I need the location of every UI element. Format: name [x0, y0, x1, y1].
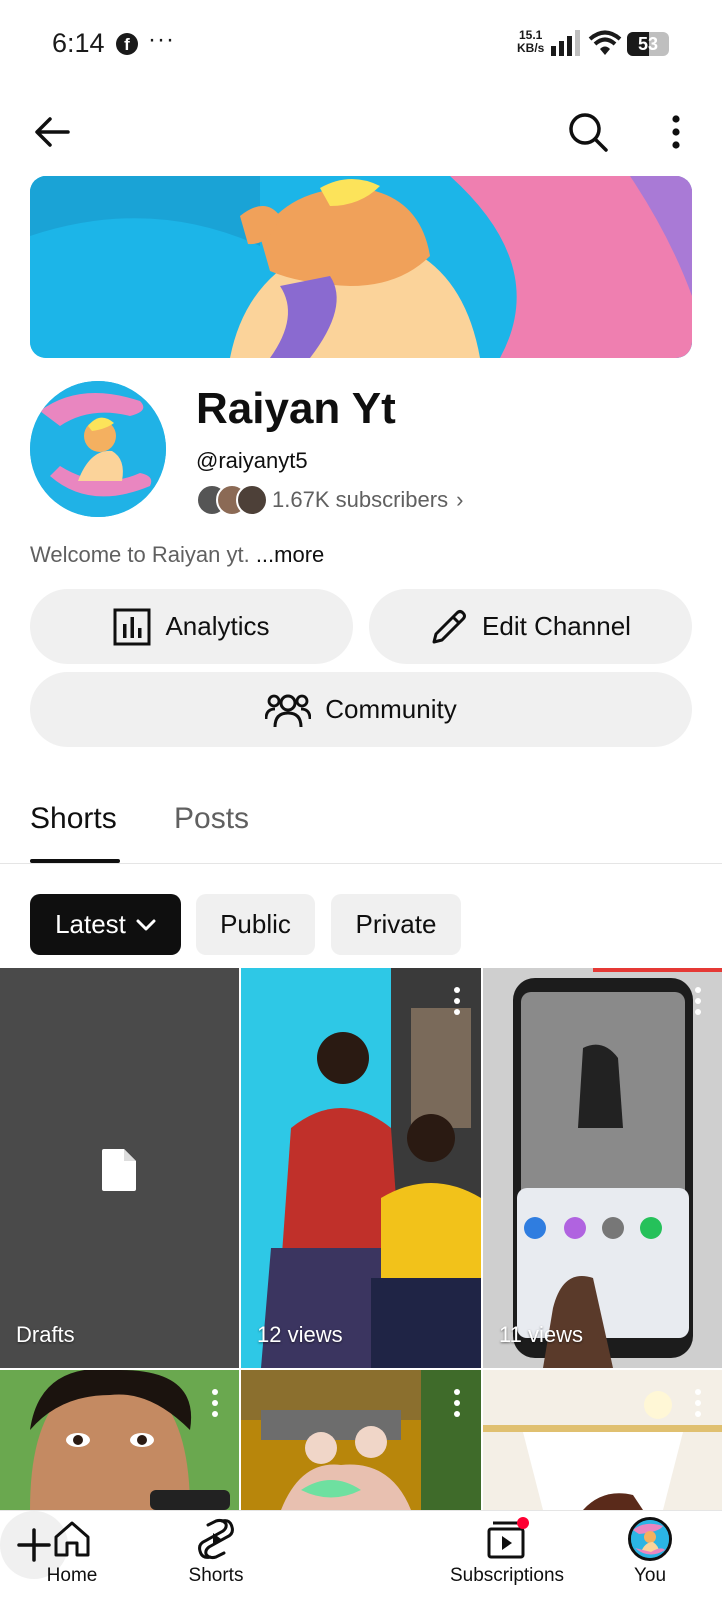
you-avatar	[628, 1517, 672, 1561]
tab-shorts[interactable]: Shorts	[30, 802, 117, 836]
more-options-button[interactable]	[652, 106, 700, 158]
short-thumbnail[interactable]	[483, 1370, 722, 1510]
battery-level: 53	[637, 34, 659, 54]
more-vert-icon[interactable]	[692, 1388, 704, 1418]
thumbnail-image	[483, 968, 722, 1368]
more-vert-icon[interactable]	[451, 1388, 463, 1418]
more-vert-icon[interactable]	[692, 986, 704, 1016]
nav-subscriptions[interactable]: Subscriptions	[446, 1517, 568, 1597]
search-icon	[569, 113, 608, 152]
bottom-navigation: Home Shorts Subscriptions You	[0, 1510, 722, 1600]
view-count: 12 views	[257, 1322, 343, 1347]
chevron-down-icon	[136, 919, 156, 930]
analytics-label: Analytics	[165, 611, 270, 641]
edit-channel-label: Edit Channel	[482, 611, 631, 641]
subscriber-count: 1.67K subscribers	[272, 487, 449, 512]
nav-shorts-label: Shorts	[188, 1565, 244, 1586]
analytics-icon	[113, 608, 151, 645]
filter-private-chip[interactable]: Private	[331, 894, 461, 955]
back-arrow-icon	[35, 117, 70, 147]
wifi-icon	[588, 30, 622, 55]
thumbnail-image	[241, 1370, 481, 1510]
channel-name: Raiyan Yt	[196, 384, 396, 433]
status-time: 6:14	[52, 28, 105, 58]
thumbnail-image	[241, 968, 481, 1368]
pencil-icon	[432, 609, 467, 643]
channel-tabs: Shorts Posts	[0, 790, 722, 864]
short-thumbnail[interactable]	[241, 1370, 481, 1510]
network-speed: 15.1 KB/s	[517, 29, 544, 55]
sort-latest-label: Latest	[55, 909, 126, 939]
search-button[interactable]	[562, 106, 614, 158]
subscriber-avatars	[196, 484, 268, 516]
nav-home[interactable]: Home	[12, 1517, 132, 1597]
more-vert-icon[interactable]	[451, 986, 463, 1016]
back-button[interactable]	[28, 108, 76, 156]
filter-public-chip[interactable]: Public	[196, 894, 315, 955]
signal-icon	[551, 30, 580, 56]
battery-icon: 53	[627, 32, 669, 56]
subscribers-row[interactable]: 1.67K subscribers ›	[196, 484, 463, 516]
nav-home-label: Home	[46, 1565, 98, 1586]
short-thumbnail[interactable]	[0, 1370, 239, 1510]
subscriptions-icon	[487, 1517, 529, 1559]
thumbnail-image	[483, 1370, 722, 1510]
document-icon	[102, 1149, 136, 1191]
banner-illustration	[30, 176, 692, 358]
more-vert-icon	[672, 115, 680, 149]
network-speed-unit: KB/s	[517, 41, 545, 55]
short-thumbnail[interactable]: 11 views	[483, 968, 722, 1368]
channel-banner[interactable]	[30, 176, 692, 358]
avatar-illustration	[30, 381, 166, 517]
channel-handle: @raiyanyt5	[196, 448, 308, 473]
drafts-label: Drafts	[16, 1322, 75, 1347]
more-notifications-icon: ···	[148, 26, 175, 53]
tab-posts[interactable]: Posts	[174, 802, 249, 836]
more-link[interactable]: ...more	[256, 542, 324, 567]
view-count: 11 views	[499, 1322, 583, 1347]
status-bar: 6:14 f ··· 15.1 KB/s 53	[0, 0, 722, 90]
chevron-right-icon: ›	[456, 487, 464, 512]
shorts-icon	[198, 1518, 234, 1560]
nav-you[interactable]: You	[590, 1517, 710, 1597]
home-icon	[54, 1521, 90, 1557]
sort-latest-chip[interactable]: Latest	[30, 894, 181, 955]
thumbnail-image	[0, 1370, 239, 1510]
community-button[interactable]: Community	[30, 672, 692, 747]
facebook-notification-icon: f	[116, 33, 138, 55]
edit-channel-button[interactable]: Edit Channel	[369, 589, 692, 664]
active-tab-indicator	[30, 859, 120, 863]
channel-avatar[interactable]	[30, 381, 166, 517]
you-avatar-illustration	[631, 1520, 669, 1558]
analytics-button[interactable]: Analytics	[30, 589, 353, 664]
nav-shorts[interactable]: Shorts	[156, 1517, 276, 1597]
subscriber-avatar	[236, 484, 268, 516]
more-vert-icon[interactable]	[209, 1388, 221, 1418]
community-icon	[265, 694, 312, 727]
community-label: Community	[325, 694, 457, 724]
description-text: Welcome to Raiyan yt.	[30, 542, 250, 567]
nav-you-label: You	[633, 1565, 667, 1586]
short-thumbnail[interactable]: 12 views	[241, 968, 481, 1368]
channel-description[interactable]: Welcome to Raiyan yt. ...more	[30, 542, 324, 568]
nav-subscriptions-label: Subscriptions	[449, 1565, 565, 1586]
drafts-tile[interactable]: Drafts	[0, 968, 239, 1368]
